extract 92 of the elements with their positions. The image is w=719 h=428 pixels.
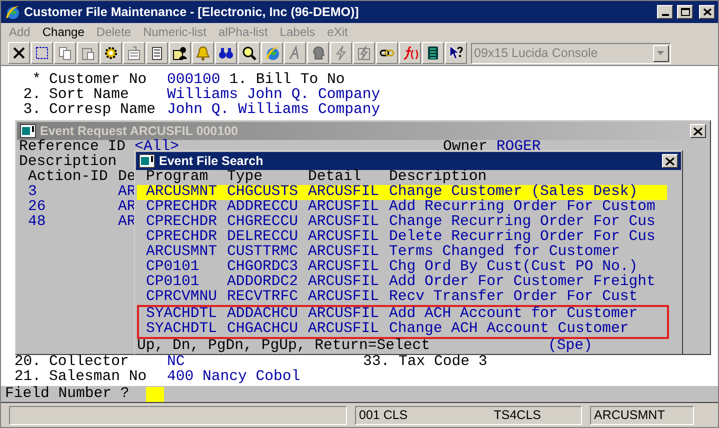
window-title: Event Request ARCUSFIL 000100 (40, 122, 238, 139)
toolbar-button[interactable] (31, 42, 53, 64)
toolbar-button[interactable] (100, 42, 122, 64)
list-row[interactable]: CP0101 CHGORDC3 ARCUSFIL Chg Ord By Cust(Cust PO No.) (137, 260, 667, 275)
bell-icon (195, 45, 211, 61)
toolbar-button[interactable] (169, 42, 191, 64)
field-label: 33. Tax Code 3 (363, 355, 488, 370)
close-button[interactable] (662, 154, 678, 168)
calculator-icon (425, 45, 441, 61)
toolbar-button[interactable] (422, 42, 444, 64)
list-row[interactable]: CPRECHDR DELRECCU ARCUSFIL Delete Recurring Order For Cus (137, 230, 667, 245)
prompt-label: Field Number ? (5, 386, 130, 402)
hint-text: (Spe) (548, 339, 592, 354)
field-label: Sort Name (49, 88, 130, 103)
field-value: 400 Nancy Cobol (167, 370, 300, 385)
help-pointer-icon (448, 45, 464, 61)
close-icon (700, 6, 714, 18)
minimize-button[interactable] (657, 5, 673, 19)
list-row[interactable]: ARCUSMNT CHGCUSTS ARCUSFIL Change Customer (Sales Desk) (137, 185, 667, 200)
field-label: Owner (443, 140, 488, 155)
column-header: Description (389, 170, 487, 185)
copy-icon (57, 45, 73, 61)
app-globe-icon (4, 4, 20, 20)
list-row[interactable]: CPRCVMNU RECVTRFC ARCUSFIL Recv Transfer Order For Cust (137, 290, 667, 305)
field-value: 000100 (167, 73, 220, 88)
status-text: TS4CLS (494, 406, 541, 424)
field-label: Description (19, 155, 117, 170)
lightning-page-icon (356, 45, 372, 61)
column-header: Program (146, 170, 210, 185)
field-value: ROGER (496, 140, 541, 155)
field-label: 1. Bill To No (229, 73, 345, 88)
field-number: 2. (22, 88, 41, 103)
toolbar-button[interactable] (445, 42, 467, 64)
list-row[interactable]: CPRECHDR ADDRECCU ARCUSFIL Add Recurring Order For Custom (137, 200, 667, 215)
field-number: 3. (22, 103, 41, 118)
list-row[interactable]: SYACHDTL ADDACHCU ARCUSFIL Add ACH Account for Customer (139, 307, 667, 322)
field-value: <All> (134, 140, 179, 155)
window-title: Event File Search (159, 152, 264, 170)
lightning-icon (333, 45, 349, 61)
column-header: Type (227, 170, 264, 185)
hint-text: Up, Dn, PgDn, PgUp, Return=Select (137, 339, 432, 354)
caret-icon (657, 50, 665, 56)
window-title: Customer File Maintenance - [Electronic, Inc (96-DEMO)] (24, 4, 359, 21)
toolbar-button[interactable] (238, 42, 260, 64)
clipboard-icon (80, 45, 96, 61)
head-icon (310, 45, 326, 61)
table-cell-text: 48 (28, 215, 47, 230)
list-row[interactable]: CP0101 ADDORDC2 ARCUSFIL Add Order For Customer Freight (137, 275, 667, 290)
status-text: 001 CLS (359, 406, 408, 424)
field-number: * (31, 73, 41, 88)
properties-icon (126, 45, 142, 61)
column-header: De (118, 170, 136, 185)
minimize-icon (662, 14, 668, 16)
toolbar-button[interactable] (146, 42, 168, 64)
list-row[interactable]: CPRECHDR CHGRECCU ARCUSFIL Change Recurring Order For Cus (137, 215, 667, 230)
gear-icon (103, 45, 119, 61)
toolbar-button[interactable] (376, 42, 398, 64)
function-icon (402, 45, 418, 61)
maximize-icon (678, 6, 692, 18)
list-row[interactable]: ARCUSMNT CUSTTRMC ARCUSFIL Terms Changed for Customer (137, 245, 667, 260)
field-value: Williams John Q. Company (167, 88, 380, 103)
field-number: 21. (14, 370, 41, 385)
input-field[interactable] (146, 386, 164, 402)
table-cell-text: 26 (28, 200, 47, 215)
field-label: Reference ID (19, 140, 126, 155)
close-button[interactable] (690, 124, 706, 138)
field-value: John Q. Williams Company (167, 103, 380, 118)
field-label: Customer No (49, 73, 148, 88)
person-card-icon (172, 45, 188, 61)
search-icon (241, 45, 257, 61)
table-cell-text: 3 (28, 185, 38, 200)
binoculars-icon (218, 45, 234, 61)
close-button[interactable] (699, 5, 715, 19)
close-icon (11, 45, 27, 61)
window-icon (139, 154, 155, 168)
dashed-rectangle-icon (34, 45, 50, 61)
window-icon (20, 124, 36, 138)
status-panel: ARCUSMNT (590, 406, 694, 424)
maximize-button[interactable] (677, 5, 693, 19)
list-row[interactable]: SYACHDTL CHGACHCU ARCUSFIL Change ACH Account Customer (139, 322, 667, 337)
column-header: Detail (308, 170, 362, 185)
notepad-icon (149, 45, 165, 61)
field-label: Corresp Name (49, 103, 157, 118)
field-value: NC (167, 355, 185, 370)
toolbar-button[interactable] (215, 42, 237, 64)
menu-item[interactable]: Change (42, 23, 84, 41)
field-label: Salesman No (49, 370, 148, 385)
field-number: 20. (14, 355, 41, 370)
column-header: Action-ID (28, 170, 109, 185)
globe-icon (264, 45, 280, 61)
field-label: Collector (49, 355, 130, 370)
toolbar-button[interactable] (8, 42, 30, 64)
